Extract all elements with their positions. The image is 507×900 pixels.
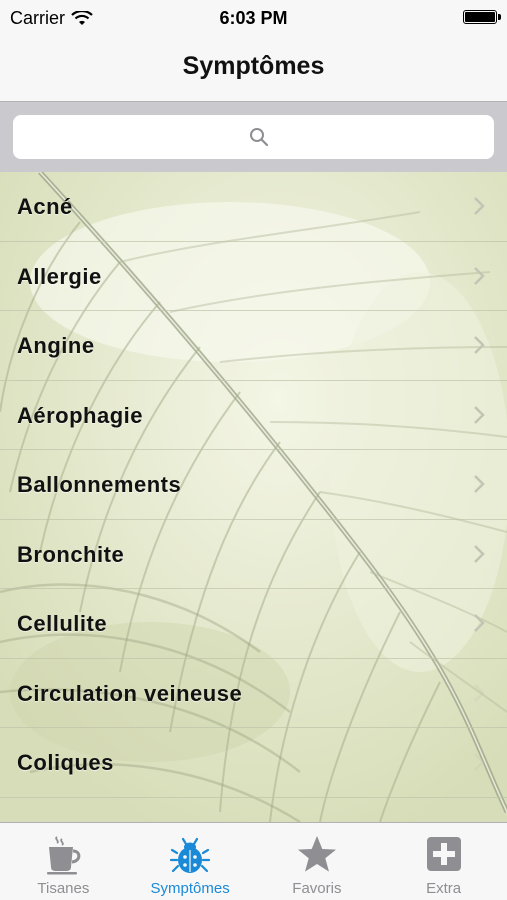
list-item-angine[interactable]: Angine	[0, 311, 507, 381]
search-icon	[250, 128, 269, 147]
tab-symptomes[interactable]: Symptômes	[127, 823, 254, 900]
status-bar: Carrier 6:03 PM	[0, 0, 507, 38]
battery-icon	[463, 10, 501, 24]
teacup-icon	[47, 836, 81, 875]
list-item-label: Angine	[17, 333, 95, 358]
plus-icon	[426, 837, 461, 871]
list-item-label: Allergie	[17, 263, 102, 289]
list-item-acne[interactable]: Acné	[0, 172, 507, 242]
tab-favoris[interactable]: Favoris	[254, 823, 381, 900]
tab-label: Symptômes	[150, 880, 230, 897]
chevron-right-icon	[474, 683, 485, 702]
list-item-coliques[interactable]: Coliques	[0, 728, 507, 798]
list-item-label: Bronchite	[17, 541, 125, 567]
tab-label: Extra	[426, 880, 462, 897]
symptoms-list-container[interactable]: Acné Allergie Angine Aérophagie Ballonne…	[0, 172, 507, 822]
chevron-right-icon	[474, 405, 485, 424]
list-item-circulation-veineuse[interactable]: Circulation veineuse	[0, 659, 507, 728]
chevron-right-icon	[474, 197, 485, 215]
page-title: Symptômes	[182, 52, 325, 80]
app-screen: Carrier 6:03 PM Symptômes Acné Allergie …	[0, 0, 507, 900]
list-item-ballonnements[interactable]: Ballonnements	[0, 450, 507, 520]
tab-label: Tisanes	[37, 880, 90, 897]
tab-label: Favoris	[292, 880, 342, 897]
search-field[interactable]	[13, 115, 494, 159]
star-icon	[297, 836, 336, 872]
status-time: 6:03 PM	[219, 8, 288, 28]
list-item-bronchite[interactable]: Bronchite	[0, 520, 507, 589]
tab-extra[interactable]: Extra	[380, 823, 507, 900]
symptoms-list: Acné Allergie Angine Aérophagie Ballonne…	[0, 172, 507, 798]
list-item-label: Cellulite	[17, 611, 108, 636]
chevron-right-icon	[474, 475, 485, 493]
battery-level	[465, 12, 495, 22]
chevron-right-icon	[474, 266, 485, 285]
list-item-allergie[interactable]: Allergie	[0, 242, 507, 311]
chevron-right-icon	[474, 336, 485, 354]
bug-icon	[170, 837, 211, 873]
list-item-label: Acné	[17, 194, 73, 219]
chevron-right-icon	[474, 753, 485, 771]
navigation-bar: Symptômes	[0, 38, 507, 102]
list-item-cellulite[interactable]: Cellulite	[0, 589, 507, 659]
list-item-label: Coliques	[17, 750, 114, 775]
list-item-label: Circulation veineuse	[17, 680, 243, 706]
tab-bar: Tisanes Symptômes Favoris Extra	[0, 822, 507, 900]
list-item-aerophagie[interactable]: Aérophagie	[0, 381, 507, 450]
search-bar	[0, 102, 507, 172]
chevron-right-icon	[474, 544, 485, 563]
list-item-label: Ballonnements	[17, 472, 182, 497]
list-item-label: Aérophagie	[17, 402, 144, 428]
chevron-right-icon	[474, 614, 485, 632]
tab-tisanes[interactable]: Tisanes	[0, 823, 127, 900]
